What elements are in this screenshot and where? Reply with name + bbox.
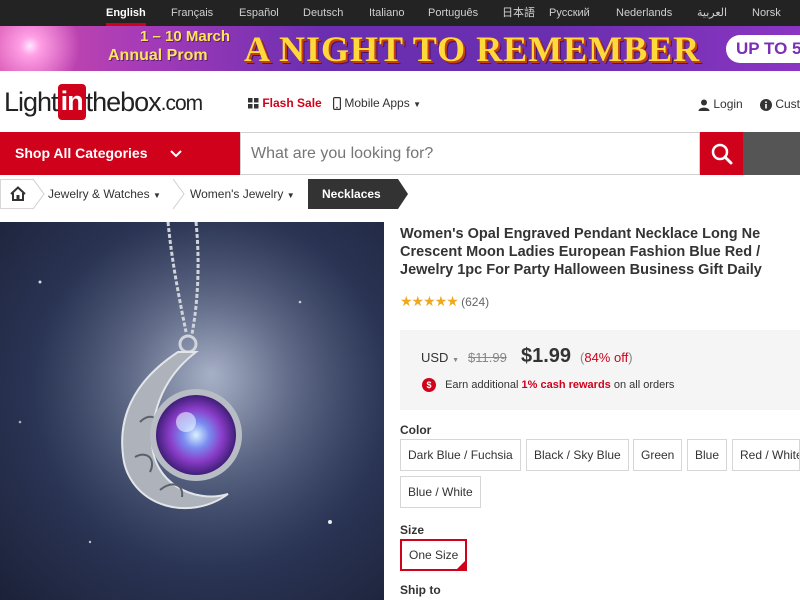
logo-part-com: .com [160, 92, 204, 115]
mobile-apps-label: Mobile Apps [344, 96, 410, 110]
lang-portuguese[interactable]: Português [428, 0, 478, 26]
customer-label: Cust [775, 97, 800, 111]
earn-suffix: on all orders [613, 378, 675, 391]
lang-russian[interactable]: Русский [549, 0, 590, 26]
product-image[interactable] [0, 222, 384, 600]
breadcrumb-separator [172, 179, 185, 209]
flash-sale-label: Flash Sale [262, 96, 322, 110]
color-option[interactable]: Dark Blue / Fuchsia [400, 439, 521, 471]
breadcrumb-home[interactable] [0, 179, 34, 209]
breadcrumb-label: Women's Jewelry [190, 187, 284, 201]
original-price: $11.99 [468, 350, 507, 365]
site-logo[interactable]: Light in thebox.com [4, 84, 203, 120]
banner-event: Annual Prom [108, 47, 208, 64]
color-option[interactable]: Black / Sky Blue [526, 439, 629, 471]
user-icon [698, 99, 710, 111]
caret-down-icon: ▼ [452, 357, 460, 364]
product-title-line: Crescent Moon Ladies European Fashion Bl… [400, 244, 761, 260]
review-count: (624) [461, 295, 490, 309]
flash-sale-link[interactable]: Flash Sale [248, 96, 322, 110]
size-option-selected[interactable]: One Size [400, 539, 468, 571]
logo-part-box: thebox [85, 87, 162, 117]
lang-dutch[interactable]: Nederlands [616, 0, 672, 26]
caret-down-icon: ▼ [286, 191, 295, 200]
size-label: Size [400, 523, 425, 537]
color-option[interactable]: Red / White [732, 439, 800, 471]
earn-highlight: 1% cash rewards [521, 378, 611, 391]
search-input[interactable] [240, 132, 700, 175]
currency-selector[interactable]: USD ▼ [421, 350, 459, 365]
breadcrumb-current: Necklaces [308, 179, 408, 209]
lang-italian[interactable]: Italiano [369, 0, 404, 26]
caret-down-icon: ▼ [413, 100, 421, 109]
lang-japanese[interactable]: 日本語 [502, 0, 535, 26]
necklace-illustration [0, 222, 384, 600]
color-option[interactable]: Blue / White [400, 476, 481, 508]
discount-badge: (84% off) [580, 350, 633, 365]
login-label: Login [713, 97, 743, 111]
login-link[interactable]: Login [698, 97, 743, 111]
search-button[interactable] [700, 132, 743, 175]
logo-part-light: Light [4, 87, 59, 117]
lang-english[interactable]: English [106, 0, 146, 26]
logo-part-in: in [57, 84, 86, 120]
sale-price: $1.99 [521, 345, 572, 367]
ship-to-label: Ship to [400, 583, 441, 597]
product-title-line: Women's Opal Engraved Pendant Necklace L… [400, 226, 761, 242]
info-icon [760, 98, 772, 111]
search-icon [711, 143, 733, 165]
color-option[interactable]: Green [633, 439, 683, 471]
shop-all-categories-button[interactable]: Shop All Categories [0, 132, 240, 175]
earn-prefix: Earn additional [445, 378, 519, 391]
caret-down-icon: ▼ [152, 191, 161, 200]
customer-service-link[interactable]: Cust [760, 97, 800, 111]
currency-label: USD [421, 350, 449, 365]
breadcrumb-womens-jewelry[interactable]: Women's Jewelry ▼ [190, 179, 295, 209]
breadcrumb-jewelry-watches[interactable]: Jewelry & Watches ▼ [48, 179, 161, 209]
color-label: Color [400, 423, 432, 437]
home-icon [10, 186, 26, 201]
lang-german[interactable]: Deutsch [303, 0, 343, 26]
lang-spanish[interactable]: Español [239, 0, 279, 26]
phone-icon [333, 97, 341, 111]
banner-date: 1 – 10 March [140, 28, 231, 45]
language-bar: English Français Español Deutsch Italian… [0, 0, 800, 26]
banner-headline: A NIGHT TO REMEMBER [244, 29, 701, 69]
star-rating-icon: ★★★★★ [400, 293, 459, 309]
grid-icon [248, 98, 259, 109]
promo-banner[interactable]: 1 – 10 March Annual Prom A NIGHT TO REME… [0, 26, 800, 71]
cash-rewards-note: $ Earn additional 1% cash rewards on all… [422, 378, 674, 392]
price-box [400, 330, 800, 410]
lang-arabic[interactable]: العربية [697, 0, 727, 26]
breadcrumb-label: Jewelry & Watches [48, 187, 150, 201]
color-option[interactable]: Blue [687, 439, 728, 471]
discount-percent: 84% off [584, 350, 629, 365]
product-title: Women's Opal Engraved Pendant Necklace L… [400, 225, 800, 279]
lang-french[interactable]: Français [171, 0, 213, 26]
discount-paren-close: ) [628, 350, 633, 365]
product-title-line: Jewelry 1pc For Party Halloween Business… [400, 262, 762, 278]
banner-flare-decoration [0, 26, 110, 71]
chevron-down-icon [170, 132, 182, 175]
product-rating[interactable]: ★★★★★ (624) [400, 293, 489, 310]
breadcrumb-separator [32, 179, 45, 209]
shop-all-label: Shop All Categories [15, 145, 148, 161]
mobile-apps-menu[interactable]: Mobile Apps ▼ [333, 96, 421, 111]
money-bag-icon: $ [422, 378, 436, 392]
banner-promo-badge: UP TO 5 [726, 35, 800, 63]
lang-norwegian[interactable]: Norsk [752, 0, 781, 26]
